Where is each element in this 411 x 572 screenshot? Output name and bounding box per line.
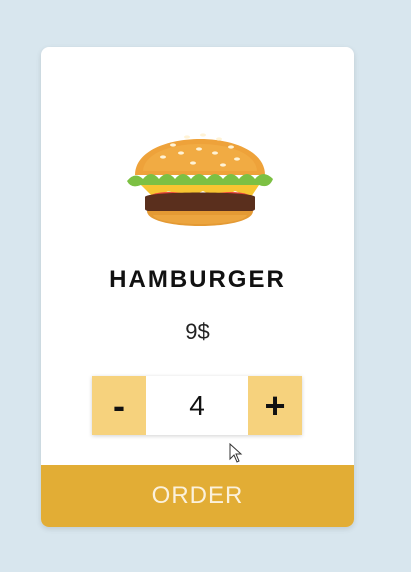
increment-button[interactable]: + (248, 376, 302, 435)
product-card: HAMBURGER 9$ - 4 + ORDER (41, 47, 354, 527)
order-button[interactable]: ORDER (41, 465, 354, 527)
quantity-stepper: - 4 + (92, 376, 302, 435)
decrement-button[interactable]: - (92, 376, 146, 435)
hamburger-image (127, 133, 273, 226)
product-name: HAMBURGER (109, 266, 286, 293)
product-price: 9$ (185, 319, 210, 344)
page: HAMBURGER 9$ - 4 + ORDER (0, 0, 411, 572)
quantity-value[interactable]: 4 (146, 376, 248, 435)
mouse-pointer-icon (229, 443, 243, 463)
